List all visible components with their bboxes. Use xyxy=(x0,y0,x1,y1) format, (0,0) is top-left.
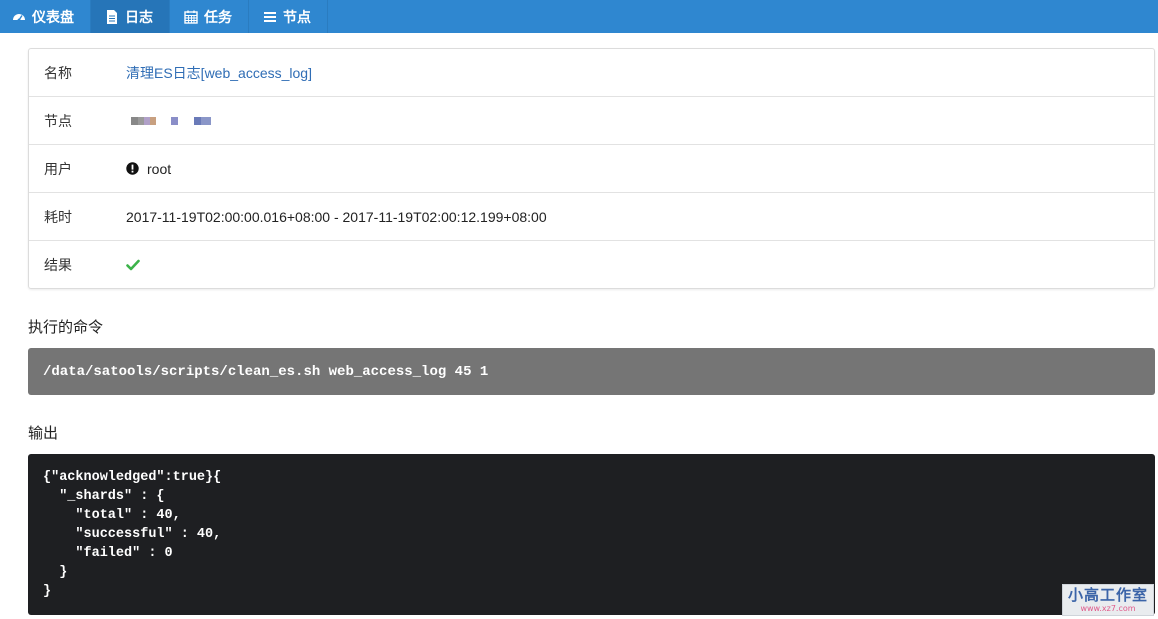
output-section-title: 输出 xyxy=(28,425,59,442)
row-user: 用户 root xyxy=(29,145,1154,193)
redacted-block xyxy=(194,116,201,125)
name-label: 名称 xyxy=(44,64,72,81)
nav-label: 日志 xyxy=(125,8,153,25)
command-box: /data/satools/scripts/clean_es.sh web_ac… xyxy=(28,348,1155,395)
file-icon xyxy=(105,9,119,24)
node-value-redacted xyxy=(126,116,211,125)
calendar-icon xyxy=(184,10,198,24)
dashboard-icon xyxy=(12,10,26,24)
server-icon xyxy=(263,10,277,24)
nav-label: 节点 xyxy=(283,8,311,25)
duration-value: 2017-11-19T02:00:00.016+08:00 - 2017-11-… xyxy=(126,208,547,225)
user-name: root xyxy=(147,160,172,177)
nav-item-logs[interactable]: 日志 xyxy=(91,0,170,33)
row-result: 结果 xyxy=(29,241,1154,289)
nav-label: 任务 xyxy=(204,8,232,25)
redacted-node-blocks xyxy=(126,116,211,125)
redacted-block xyxy=(171,116,178,125)
watermark-main: 小高工作室 xyxy=(1067,586,1148,604)
nav-item-nodes[interactable]: 节点 xyxy=(249,0,328,33)
duration-label: 耗时 xyxy=(44,208,72,225)
user-label: 用户 xyxy=(44,160,72,177)
exclamation-circle-icon xyxy=(126,162,139,175)
row-node: 节点 xyxy=(29,97,1154,145)
result-value xyxy=(126,259,140,271)
redacted-block xyxy=(150,116,156,125)
row-name: 名称 清理ES日志[web_access_log] xyxy=(29,49,1154,97)
command-section-title: 执行的命令 xyxy=(28,319,104,336)
user-value: root xyxy=(126,161,171,177)
redacted-block xyxy=(131,116,138,125)
nav-item-tasks[interactable]: 任务 xyxy=(170,0,249,33)
nav-item-dashboard[interactable]: 仪表盘 xyxy=(0,0,91,33)
watermark-sub: www.xz7.com xyxy=(1080,604,1136,613)
node-label: 节点 xyxy=(44,112,72,129)
log-detail-panel: 名称 清理ES日志[web_access_log] 节点 用户 root 耗时 … xyxy=(28,48,1155,289)
check-icon xyxy=(126,259,140,271)
redacted-block xyxy=(201,116,211,125)
watermark-logo: 小高工作室 www.xz7.com xyxy=(1062,584,1154,616)
job-name-link[interactable]: 清理ES日志[web_access_log] xyxy=(126,63,312,83)
result-label: 结果 xyxy=(44,257,72,273)
output-box: {"acknowledged":true}{ "_shards" : { "to… xyxy=(28,454,1155,615)
nav-label: 仪表盘 xyxy=(32,8,74,25)
top-navigation: 仪表盘 日志 任务 节点 xyxy=(0,0,1158,33)
row-duration: 耗时 2017-11-19T02:00:00.016+08:00 - 2017-… xyxy=(29,193,1154,241)
